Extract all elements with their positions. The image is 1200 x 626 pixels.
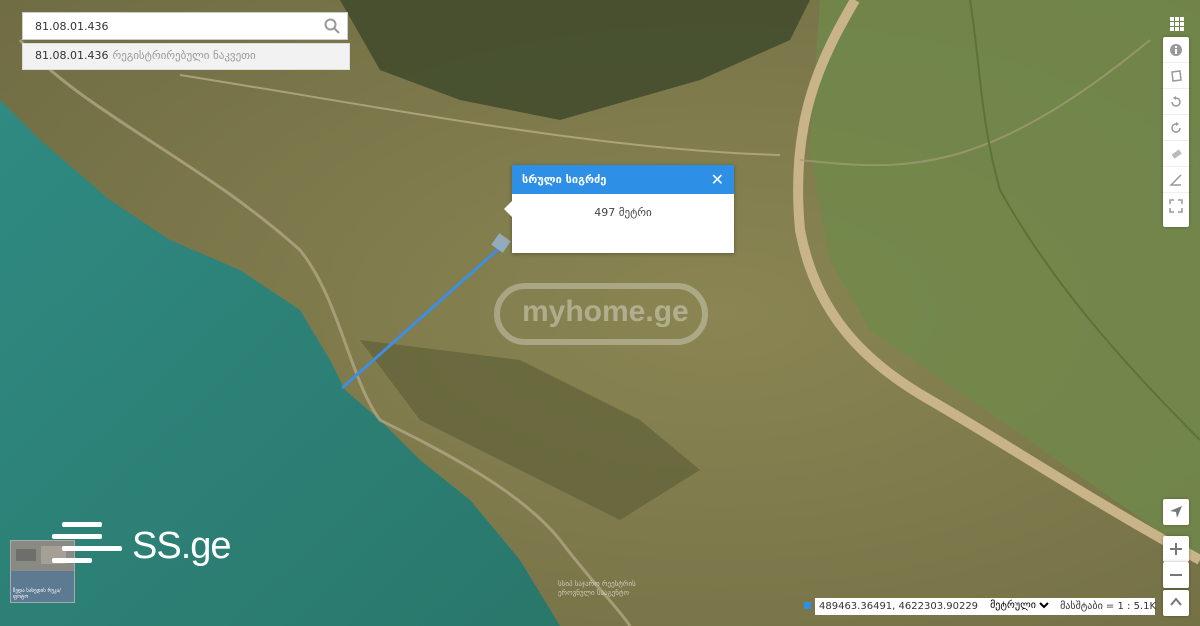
north-icon[interactable] [1163,590,1189,616]
scale-readout: მასშტაბი = 1 : 5.1K [1060,601,1157,612]
layers-icon[interactable] [1168,15,1186,33]
search-box[interactable] [22,12,348,40]
minimap-label: ზედა სახედის რუკა/ფოტო [13,588,61,600]
map-toolbar [1163,37,1189,227]
rotate-right-icon[interactable] [1163,115,1189,141]
polygon-icon[interactable] [1163,63,1189,89]
ss-logo: SS.ge [52,520,242,572]
attribution-line: ეროვნული სააგენტო [558,589,629,597]
search-suggestion[interactable]: 81.08.01.436 რეგისტრირებული ნაკვეთი [22,43,350,70]
popup-value: 497 მეტრი [594,206,652,219]
statusbar: 489463.36491, 4622303.90229 მეტრული მასშ… [804,598,1157,615]
fullscreen-icon[interactable] [1163,193,1189,219]
close-icon[interactable]: ✕ [711,165,724,194]
search-input[interactable] [23,13,337,39]
suggestion-code: 81.08.01.436 [35,49,109,62]
eraser-icon[interactable] [1163,141,1189,167]
watermark-text: myhome.ge [522,295,689,328]
search-icon[interactable] [323,17,341,35]
attribution: სსიპ საჯარო რეესტრის ეროვნული სააგენტო [558,580,636,598]
coords-marker [804,602,811,609]
logo-text: SS.ge [132,525,232,567]
watermark: myhome.ge [494,283,708,345]
info-icon[interactable] [1163,37,1189,63]
attribution-line: სსიპ საჯარო რეესტრის [558,580,636,588]
measure-popup: სრული სიგრძე ✕ 497 მეტრი [504,165,734,253]
angle-icon[interactable] [1163,167,1189,193]
suggestion-label: რეგისტრირებული ნაკვეთი [112,49,256,62]
unit-select[interactable]: მეტრული [986,598,1053,613]
logo-mark-icon [52,522,122,563]
popup-title: სრული სიგრძე [522,173,607,186]
coords-readout: 489463.36491, 4622303.90229 [819,601,979,612]
locate-icon[interactable] [1163,499,1189,525]
zoom-in-icon[interactable] [1163,536,1189,562]
rotate-left-icon[interactable] [1163,89,1189,115]
zoom-out-icon[interactable] [1163,562,1189,588]
popup-header: სრული სიგრძე ✕ [512,165,734,194]
